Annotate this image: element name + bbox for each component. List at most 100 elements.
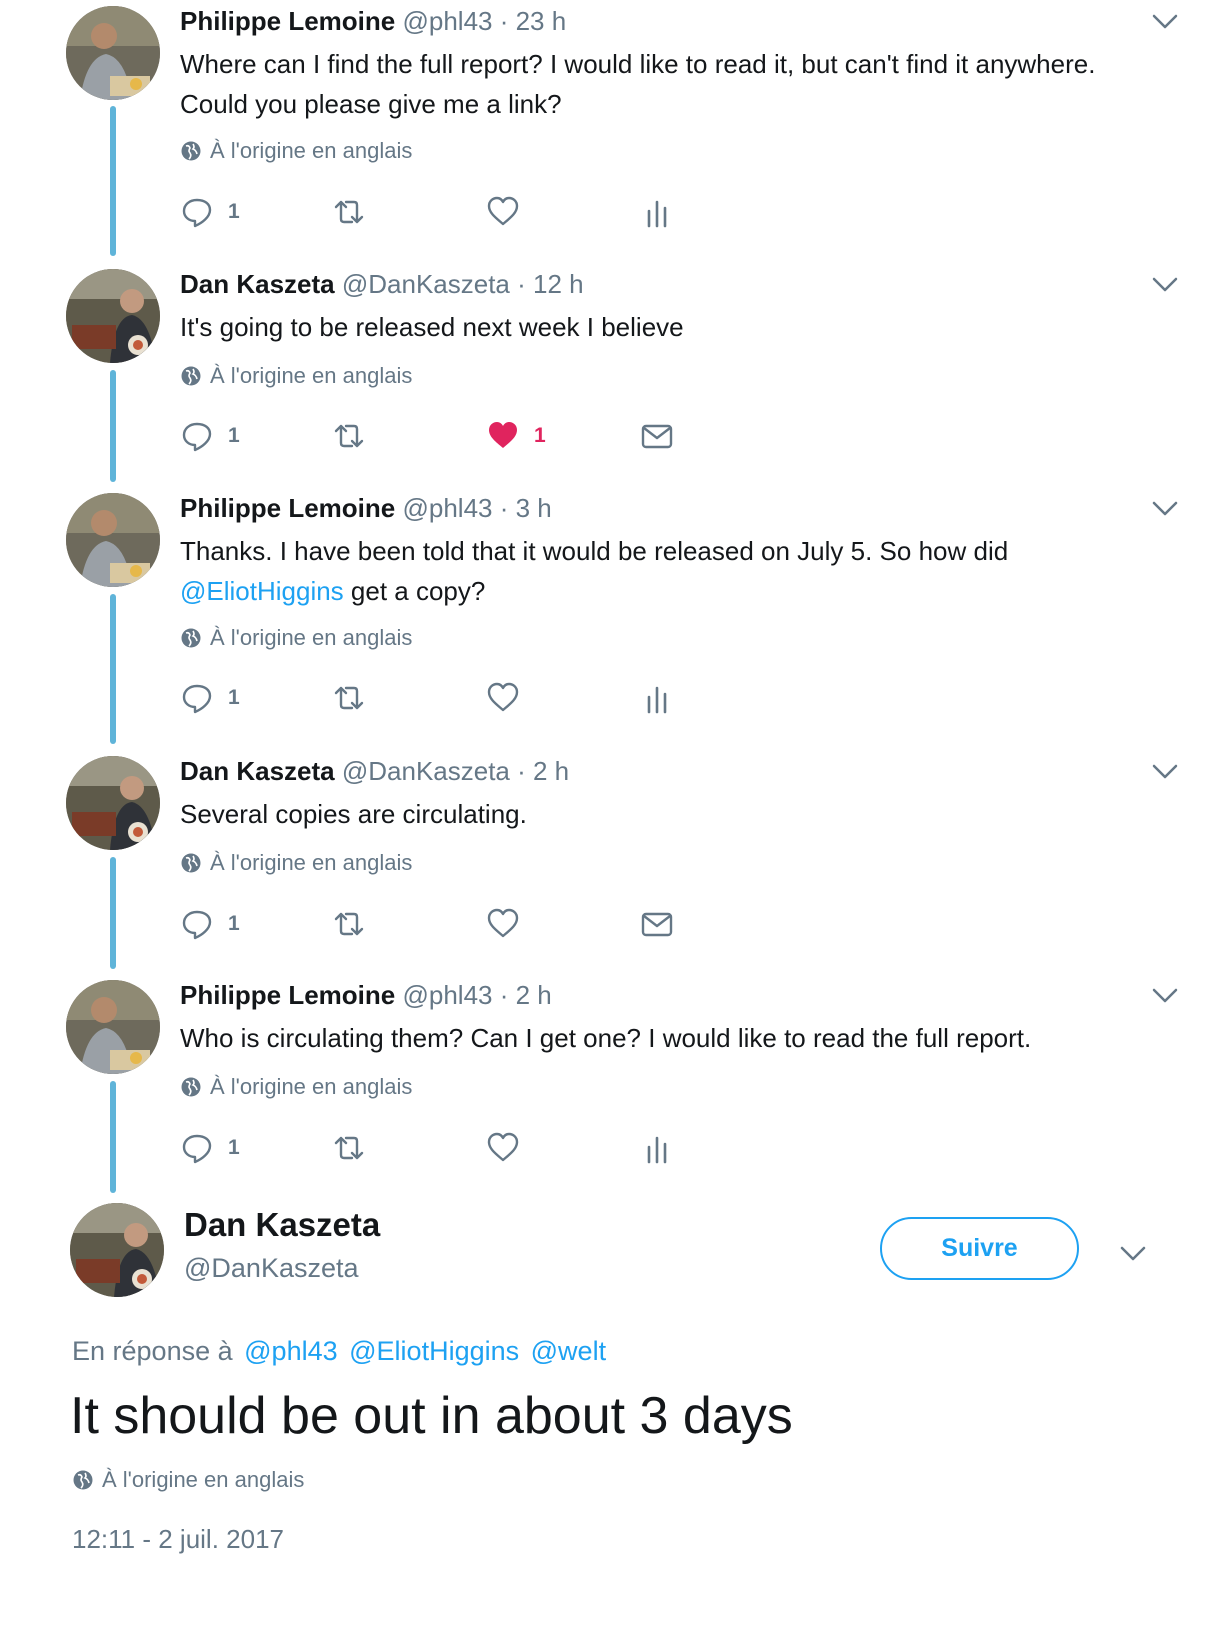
tweet-text-line: Who is circulating them? Can I get one? … bbox=[180, 1023, 1032, 1053]
reply-button[interactable]: 1 bbox=[180, 1128, 240, 1168]
tweet-text: Thanks. I have been told that it would b… bbox=[180, 531, 1180, 611]
globe-icon bbox=[181, 628, 201, 648]
chevron-down-icon[interactable] bbox=[1150, 497, 1180, 519]
handle-time[interactable]: @DanKaszeta · 12 h bbox=[342, 269, 584, 299]
mention-link[interactable]: @welt bbox=[531, 1336, 606, 1366]
retweet-button[interactable] bbox=[332, 1128, 366, 1168]
direct-message-button[interactable] bbox=[640, 904, 674, 944]
mention-link[interactable]: @phl43 bbox=[244, 1336, 337, 1366]
stats-button[interactable] bbox=[640, 192, 674, 232]
thread-connector bbox=[110, 594, 116, 744]
chevron-down-icon[interactable] bbox=[1150, 760, 1180, 782]
avatar[interactable] bbox=[66, 493, 160, 587]
translation-label: À l'origine en anglais bbox=[210, 138, 413, 163]
chevron-down-icon[interactable] bbox=[1118, 1242, 1148, 1264]
retweet-button[interactable] bbox=[332, 904, 366, 944]
reply-icon bbox=[182, 422, 212, 452]
tweet-header: Philippe Lemoine @phl43 · 3 h bbox=[180, 491, 552, 525]
reply-button[interactable]: 1 bbox=[180, 192, 240, 232]
retweet-icon bbox=[334, 912, 364, 936]
chevron-down-icon[interactable] bbox=[1150, 984, 1180, 1006]
avatar[interactable] bbox=[66, 980, 160, 1074]
like-button[interactable] bbox=[486, 192, 520, 232]
author-name[interactable]: Dan Kaszeta bbox=[180, 269, 335, 299]
author-name[interactable]: Philippe Lemoine bbox=[180, 6, 395, 36]
like-button[interactable] bbox=[486, 678, 520, 718]
reply-count: 1 bbox=[228, 1136, 240, 1159]
tweet-header: Dan Kaszeta @DanKaszeta · 2 h bbox=[180, 754, 569, 788]
tweet-text-rest: get a copy? bbox=[343, 576, 486, 606]
mention-link[interactable]: @EliotHiggins bbox=[349, 1336, 519, 1366]
avatar[interactable] bbox=[66, 269, 160, 363]
tweet-actions: 1 bbox=[180, 678, 740, 718]
retweet-icon bbox=[334, 424, 364, 448]
tweet-header: Philippe Lemoine @phl43 · 2 h bbox=[180, 978, 552, 1012]
translation-label: À l'origine en anglais bbox=[210, 363, 413, 388]
tweet-actions: 1 bbox=[180, 1128, 740, 1168]
translation-note[interactable]: À l'origine en anglais bbox=[180, 138, 412, 164]
tweet-text: It's going to be released next week I be… bbox=[180, 307, 1180, 347]
tweet-header: Philippe Lemoine @phl43 · 23 h bbox=[180, 4, 566, 38]
heart-icon bbox=[487, 908, 519, 938]
avatar[interactable] bbox=[66, 6, 160, 100]
author-name[interactable]: Philippe Lemoine bbox=[180, 493, 395, 523]
author-name[interactable]: Dan Kaszeta bbox=[180, 756, 335, 786]
direct-message-button[interactable] bbox=[640, 416, 674, 456]
chevron-down-icon[interactable] bbox=[1150, 273, 1180, 295]
tweet-timestamp[interactable]: 12:11 - 2 juil. 2017 bbox=[72, 1524, 284, 1555]
chevron-down-icon[interactable] bbox=[1150, 10, 1180, 32]
globe-icon bbox=[181, 366, 201, 386]
translation-label: À l'origine en anglais bbox=[210, 1074, 413, 1099]
thread-connector bbox=[110, 1081, 116, 1193]
mail-icon bbox=[641, 424, 673, 449]
reply-button[interactable]: 1 bbox=[180, 904, 240, 944]
translation-label: À l'origine en anglais bbox=[210, 625, 413, 650]
tweet-actions: 1 1 bbox=[180, 416, 740, 456]
stats-button[interactable] bbox=[640, 1128, 674, 1168]
reply-button[interactable]: 1 bbox=[180, 678, 240, 718]
thread-connector bbox=[110, 106, 116, 256]
author-name[interactable]: Dan Kaszeta bbox=[184, 1206, 380, 1244]
like-button[interactable] bbox=[486, 904, 520, 944]
reply-icon bbox=[182, 910, 212, 940]
globe-icon bbox=[73, 1470, 93, 1490]
avatar[interactable] bbox=[70, 1203, 164, 1297]
reply-count: 1 bbox=[228, 424, 240, 447]
author-name[interactable]: Philippe Lemoine bbox=[180, 980, 395, 1010]
author-handle[interactable]: @DanKaszeta bbox=[184, 1253, 359, 1284]
reply-count: 1 bbox=[228, 912, 240, 935]
handle-time[interactable]: @DanKaszeta · 2 h bbox=[342, 756, 569, 786]
tweet-text-line: It's going to be released next week I be… bbox=[180, 312, 684, 342]
tweet-actions: 1 bbox=[180, 192, 740, 232]
avatar[interactable] bbox=[66, 756, 160, 850]
reply-prefix: En réponse à bbox=[72, 1336, 233, 1366]
like-button[interactable]: 1 bbox=[486, 416, 546, 456]
thread-connector bbox=[110, 370, 116, 482]
tweet-text: Who is circulating them? Can I get one? … bbox=[180, 1018, 1180, 1058]
retweet-icon bbox=[334, 200, 364, 224]
handle-time[interactable]: @phl43 · 2 h bbox=[402, 980, 551, 1010]
translation-note[interactable]: À l'origine en anglais bbox=[180, 850, 412, 876]
globe-icon bbox=[181, 1077, 201, 1097]
stats-button[interactable] bbox=[640, 678, 674, 718]
globe-icon bbox=[181, 141, 201, 161]
heart-icon bbox=[487, 682, 519, 712]
handle-time[interactable]: @phl43 · 23 h bbox=[402, 6, 566, 36]
retweet-button[interactable] bbox=[332, 192, 366, 232]
mention-link[interactable]: @EliotHiggins bbox=[180, 576, 344, 606]
retweet-button[interactable] bbox=[332, 678, 366, 718]
follow-button[interactable]: Suivre bbox=[880, 1217, 1079, 1280]
tweet-text: It should be out in about 3 days bbox=[70, 1387, 793, 1445]
handle-time[interactable]: @phl43 · 3 h bbox=[402, 493, 551, 523]
translation-note[interactable]: À l'origine en anglais bbox=[72, 1467, 304, 1493]
heart-filled-icon bbox=[489, 422, 517, 448]
like-button[interactable] bbox=[486, 1128, 520, 1168]
retweet-button[interactable] bbox=[332, 416, 366, 456]
translation-note[interactable]: À l'origine en anglais bbox=[180, 1074, 412, 1100]
tweet-text: Where can I find the full report? I woul… bbox=[180, 44, 1180, 124]
translation-note[interactable]: À l'origine en anglais bbox=[180, 625, 412, 651]
mail-icon bbox=[641, 912, 673, 937]
reply-button[interactable]: 1 bbox=[180, 416, 240, 456]
translation-note[interactable]: À l'origine en anglais bbox=[180, 363, 412, 389]
tweet-text-line: Thanks. I have been told that it would b… bbox=[180, 536, 1009, 566]
